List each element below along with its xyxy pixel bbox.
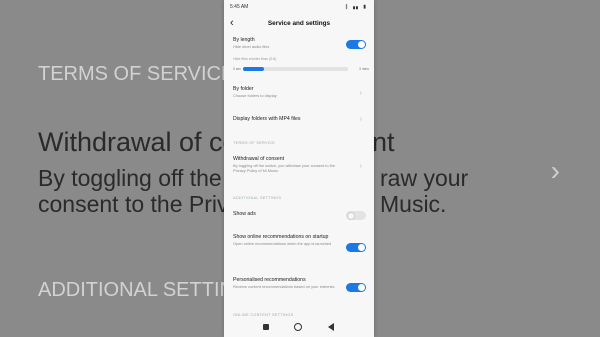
by-length-toggle[interactable] bbox=[346, 40, 366, 49]
duration-slider: Hide files shorter than (0:6) 0 sec 3 mi… bbox=[233, 57, 370, 75]
page-title: Service and settings bbox=[267, 20, 331, 27]
by-length-row[interactable]: By length Hide short audio files bbox=[233, 37, 370, 50]
bg-chevron-right-icon: › bbox=[550, 155, 560, 186]
bg-withdrawal-title: Withdrawal of co bbox=[38, 127, 238, 157]
bg-desc-line2-right: Music. bbox=[380, 191, 447, 217]
by-folder-sub: Choose folders to display bbox=[233, 92, 277, 98]
chevron-right-icon: › bbox=[359, 116, 362, 123]
withdrawal-row[interactable]: Withdrawal of consent By toggling off th… bbox=[233, 156, 370, 174]
recents-square-icon[interactable] bbox=[263, 324, 269, 330]
chevron-right-icon: › bbox=[359, 90, 362, 97]
show-ads-row[interactable]: Show ads bbox=[233, 211, 370, 220]
bg-withdrawal-title-right: nt bbox=[372, 127, 395, 157]
show-ads-toggle[interactable] bbox=[346, 211, 366, 220]
navigation-bar bbox=[224, 318, 374, 337]
back-triangle-icon[interactable] bbox=[328, 323, 334, 331]
additional-section-heading: ADDITIONAL SETTINGS bbox=[233, 196, 282, 200]
slider-fill bbox=[243, 67, 264, 71]
slider-track[interactable] bbox=[243, 67, 348, 71]
withdrawal-sub: By toggling off the switch, you withdraw… bbox=[233, 162, 336, 173]
online-rec-row[interactable]: Show online recommendations on startup O… bbox=[233, 234, 370, 252]
header: ‹ Service and settings bbox=[224, 14, 374, 34]
bg-terms-heading: TERMS OF SERVICE bbox=[38, 63, 235, 85]
online-rec-sub: Open online recommendations when the app… bbox=[233, 240, 332, 246]
personalised-toggle[interactable] bbox=[346, 283, 366, 292]
personalised-row[interactable]: Personalised recommendations Receive con… bbox=[233, 277, 370, 292]
bg-desc-line1: By toggling off the s bbox=[38, 165, 240, 191]
online-rec-toggle[interactable] bbox=[346, 243, 366, 252]
status-icons: ∥ ▗▖ ▮ bbox=[345, 4, 367, 10]
terms-section-heading: TERMS OF SERVICE bbox=[233, 141, 276, 145]
slider-min-label: 0 sec bbox=[233, 67, 242, 71]
bg-desc-line1-right: raw your bbox=[380, 165, 469, 191]
phone-screen: 5:45 AM ∥ ▗▖ ▮ ‹ Service and settings By… bbox=[224, 0, 374, 337]
display-mp4-row[interactable]: Display folders with MP4 files › bbox=[233, 116, 370, 123]
bg-additional-heading: ADDITIONAL SETTIN bbox=[38, 279, 234, 301]
online-content-section-heading: ONLINE CONTENT SETTINGS bbox=[233, 313, 294, 317]
bg-desc-line2: consent to the Priva bbox=[38, 191, 242, 217]
status-time: 5:45 AM bbox=[230, 4, 249, 10]
slider-max-label: 3 mins bbox=[359, 67, 369, 71]
by-folder-row[interactable]: By folder Choose folders to display › bbox=[233, 86, 370, 99]
personalised-sub: Receive content recommendations based on… bbox=[233, 283, 335, 289]
slider-caption: Hide files shorter than (0:6) bbox=[233, 57, 277, 61]
chevron-right-icon: › bbox=[359, 163, 362, 170]
display-mp4-label: Display folders with MP4 files bbox=[233, 116, 301, 122]
status-bar: 5:45 AM ∥ ▗▖ ▮ bbox=[224, 0, 374, 12]
home-circle-icon[interactable] bbox=[294, 323, 302, 331]
